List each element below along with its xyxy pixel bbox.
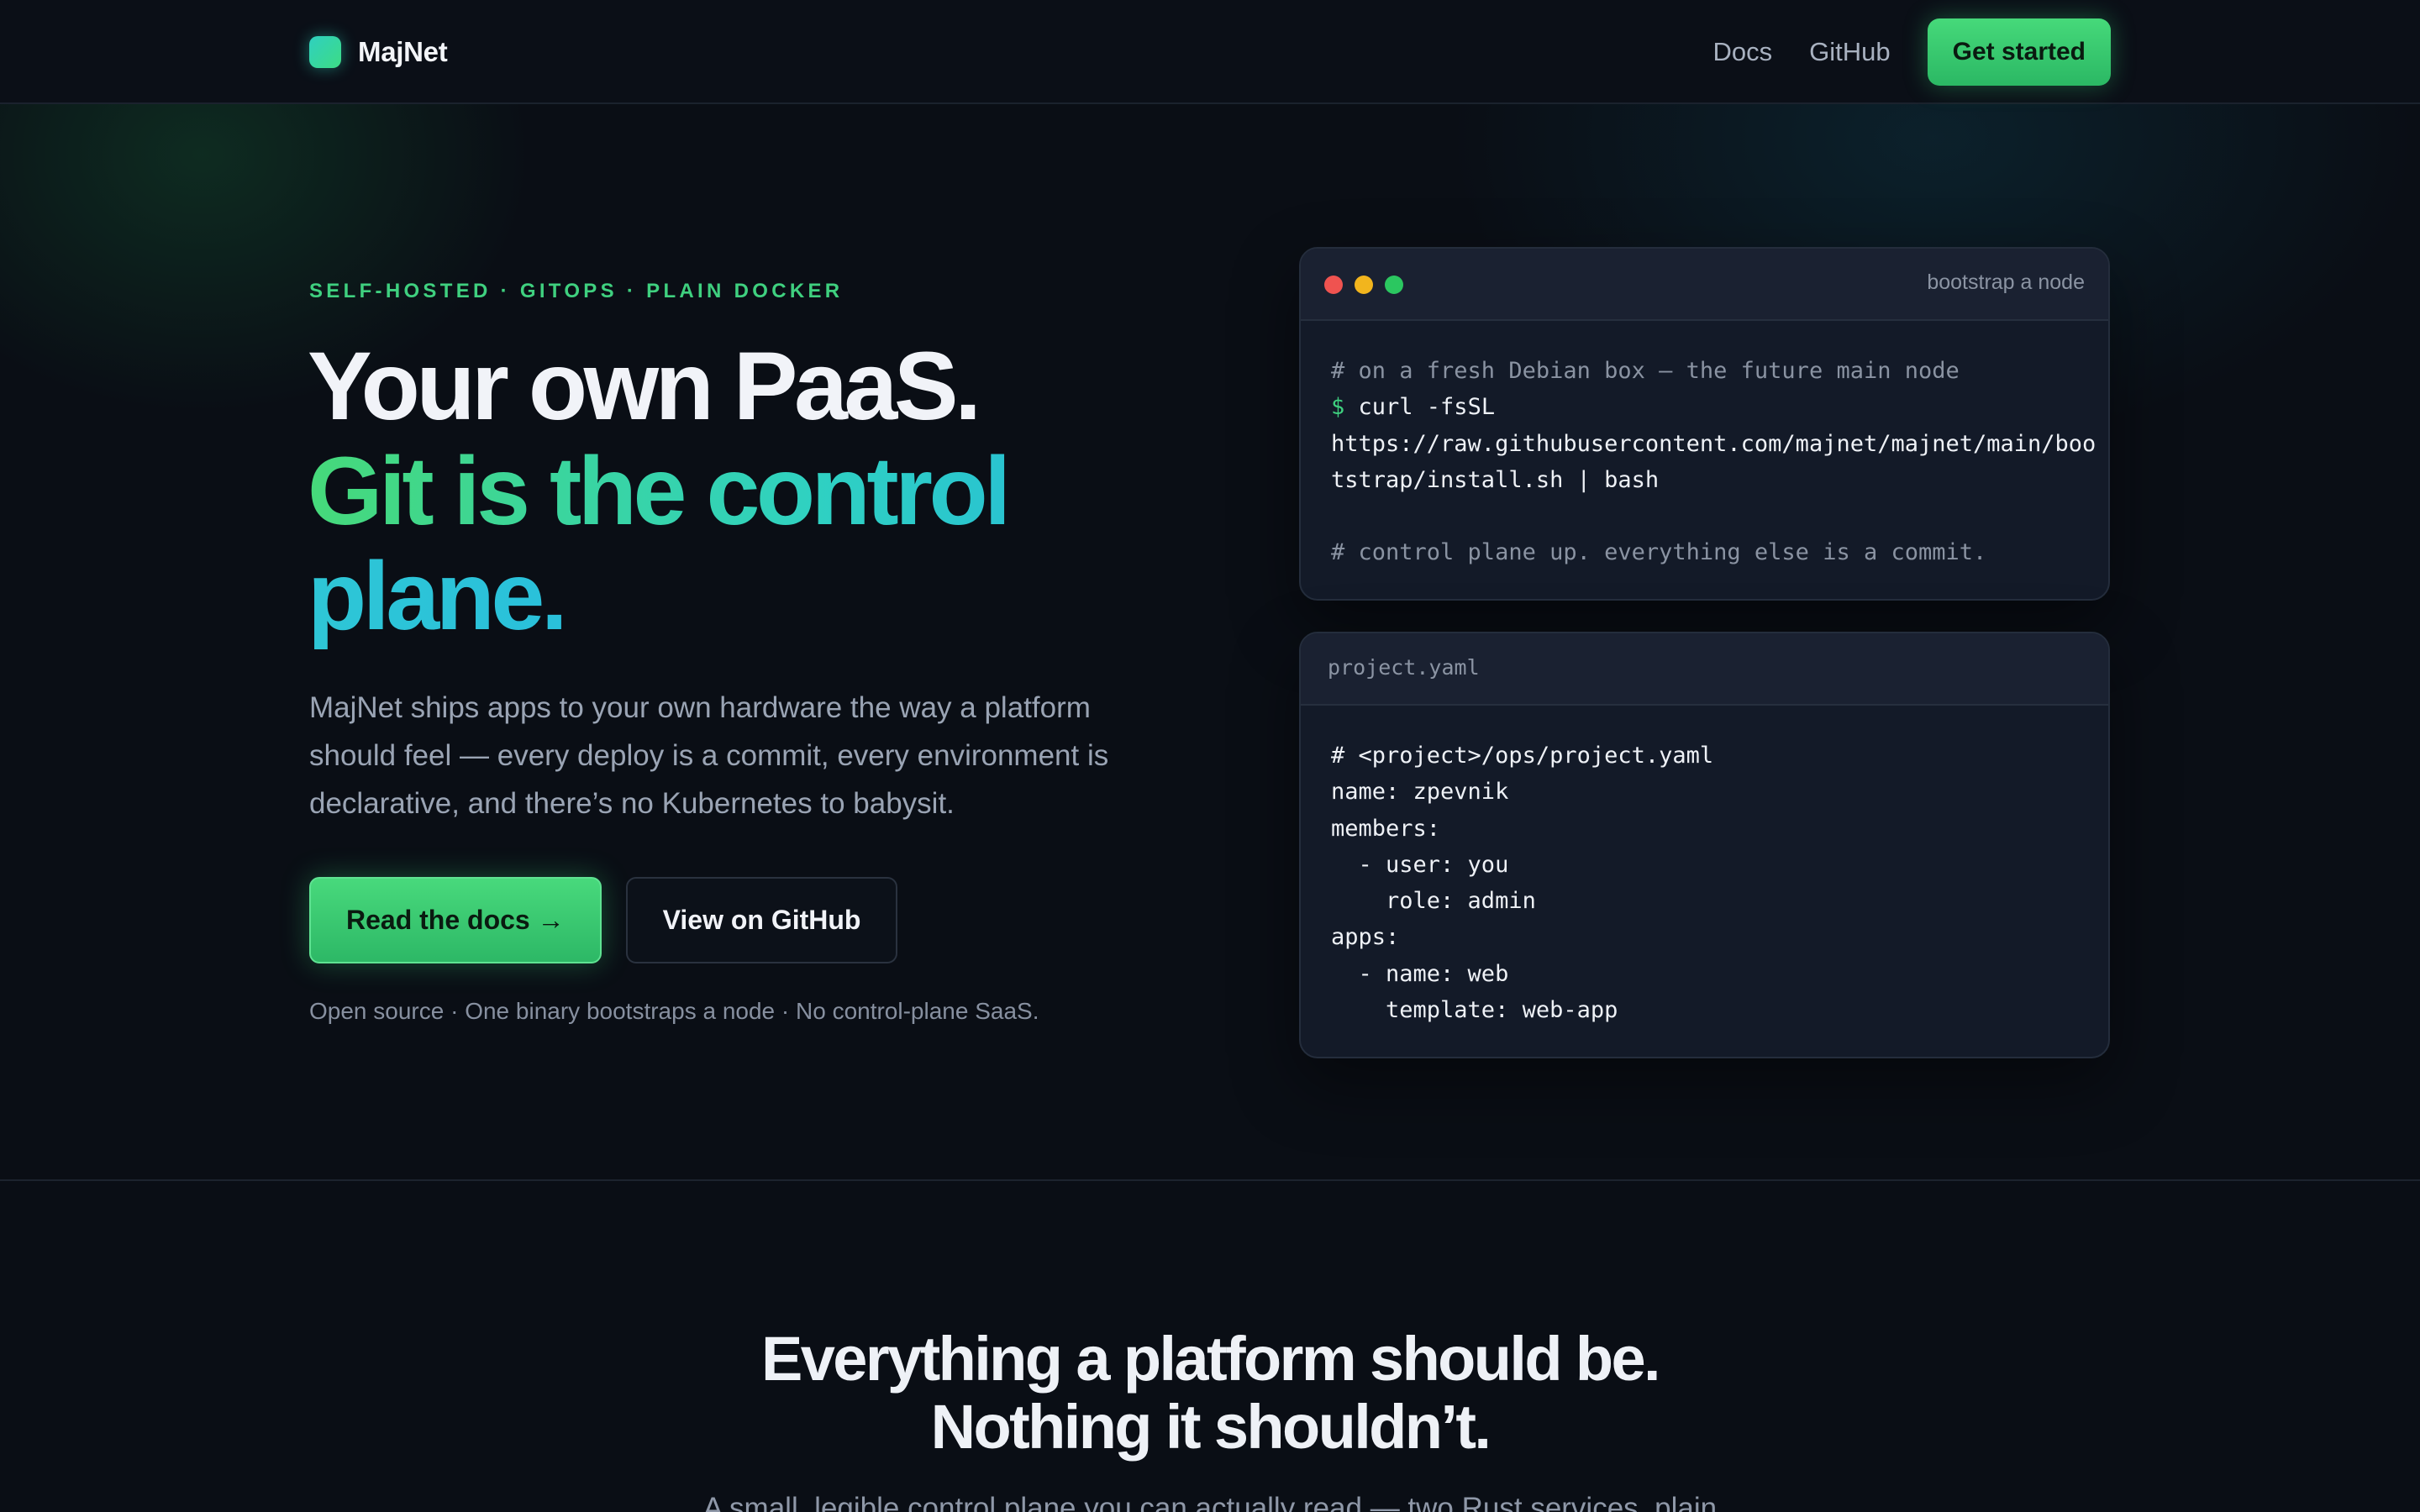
hero-description: MajNet ships apps to your own hardware t… bbox=[309, 691, 1109, 820]
yaml-code[interactable]: # <project>/ops/project.yaml name: zpevni… bbox=[1301, 706, 2108, 1028]
project-yaml-card: project.yaml # <project>/ops/project.yam… bbox=[1299, 632, 2110, 1058]
view-on-github-button[interactable]: View on GitHub bbox=[625, 877, 898, 963]
landing-page: MajNet Docs GitHub Get started SELF-HOST… bbox=[0, 0, 2420, 1512]
shell-prompt: $ bbox=[1331, 394, 1345, 421]
hero-cta-row: Read the docs → View on GitHub bbox=[309, 877, 898, 963]
hero-headline-line-3: plane. bbox=[308, 544, 1232, 649]
hero-headline-line-1: Your own PaaS. bbox=[308, 333, 981, 440]
hero-headline: Your own PaaS. Git is the control plane. bbox=[308, 334, 1232, 649]
bootstrap-terminal-card: bootstrap a node # on a fresh Debian box… bbox=[1299, 247, 2110, 601]
command-text: curl -fsSL bbox=[1344, 394, 1496, 421]
hero-headline-line-2: Git is the control bbox=[308, 439, 1232, 544]
yaml-line: - user: you bbox=[1331, 851, 1509, 878]
brand-logo-icon bbox=[309, 36, 341, 68]
window-controls bbox=[1324, 276, 1415, 294]
maximize-dot-icon bbox=[1385, 276, 1403, 294]
hero-eyebrow: SELF-HOSTED · GITOPS · PLAIN DOCKER bbox=[309, 280, 844, 302]
get-started-button[interactable]: Get started bbox=[1927, 18, 2111, 86]
code-command-line: $ curl -fsSL bbox=[1331, 389, 2108, 425]
yaml-line: # <project>/ops/project.yaml bbox=[1331, 743, 1714, 769]
nav-links: Docs GitHub Get started bbox=[1712, 18, 2111, 86]
yaml-line: template: web-app bbox=[1331, 997, 1618, 1024]
close-dot-icon bbox=[1324, 276, 1343, 294]
brand-name: MajNet bbox=[358, 36, 448, 67]
section-heading: Everything a platform should be. Nothing… bbox=[0, 1325, 2420, 1461]
code-comment: # control plane up. everything else is a… bbox=[1331, 539, 1987, 566]
section-subheading: A small, legible control plane you can a… bbox=[702, 1492, 1718, 1512]
file-header: project.yaml bbox=[1301, 633, 2108, 706]
yaml-line: role: admin bbox=[1331, 888, 1536, 915]
install-url-line-2: tstrap/install.sh | bash bbox=[1331, 466, 1660, 493]
nav-link-github[interactable]: GitHub bbox=[1809, 37, 1890, 67]
code-comment: # on a fresh Debian box — the future mai… bbox=[1331, 358, 1960, 384]
brand[interactable]: MajNet bbox=[309, 35, 448, 69]
install-url-line-1: https://raw.githubusercontent.com/majnet… bbox=[1331, 430, 2096, 457]
section-divider bbox=[0, 1179, 2420, 1181]
bootstrap-code[interactable]: # on a fresh Debian box — the future mai… bbox=[1301, 321, 2108, 571]
yaml-line: - name: web bbox=[1331, 960, 1509, 987]
nav-link-docs[interactable]: Docs bbox=[1712, 37, 1772, 67]
section-heading-line-2: Nothing it shouldn’t. bbox=[930, 1392, 1491, 1462]
yaml-line: name: zpevnik bbox=[1331, 779, 1509, 806]
read-docs-button[interactable]: Read the docs → bbox=[309, 877, 602, 963]
terminal-title: bootstrap a node bbox=[1927, 270, 2085, 294]
section-heading-line-1: Everything a platform should be. bbox=[760, 1324, 1661, 1394]
yaml-line: apps: bbox=[1331, 924, 1400, 951]
hero-fineprint: Open source · One binary bootstraps a no… bbox=[309, 998, 1039, 1024]
file-name: project.yaml bbox=[1328, 655, 1480, 680]
minimize-dot-icon bbox=[1355, 276, 1373, 294]
terminal-header: bootstrap a node bbox=[1301, 249, 2108, 321]
yaml-line: members: bbox=[1331, 815, 1441, 842]
top-navbar: MajNet Docs GitHub Get started bbox=[0, 0, 2420, 104]
